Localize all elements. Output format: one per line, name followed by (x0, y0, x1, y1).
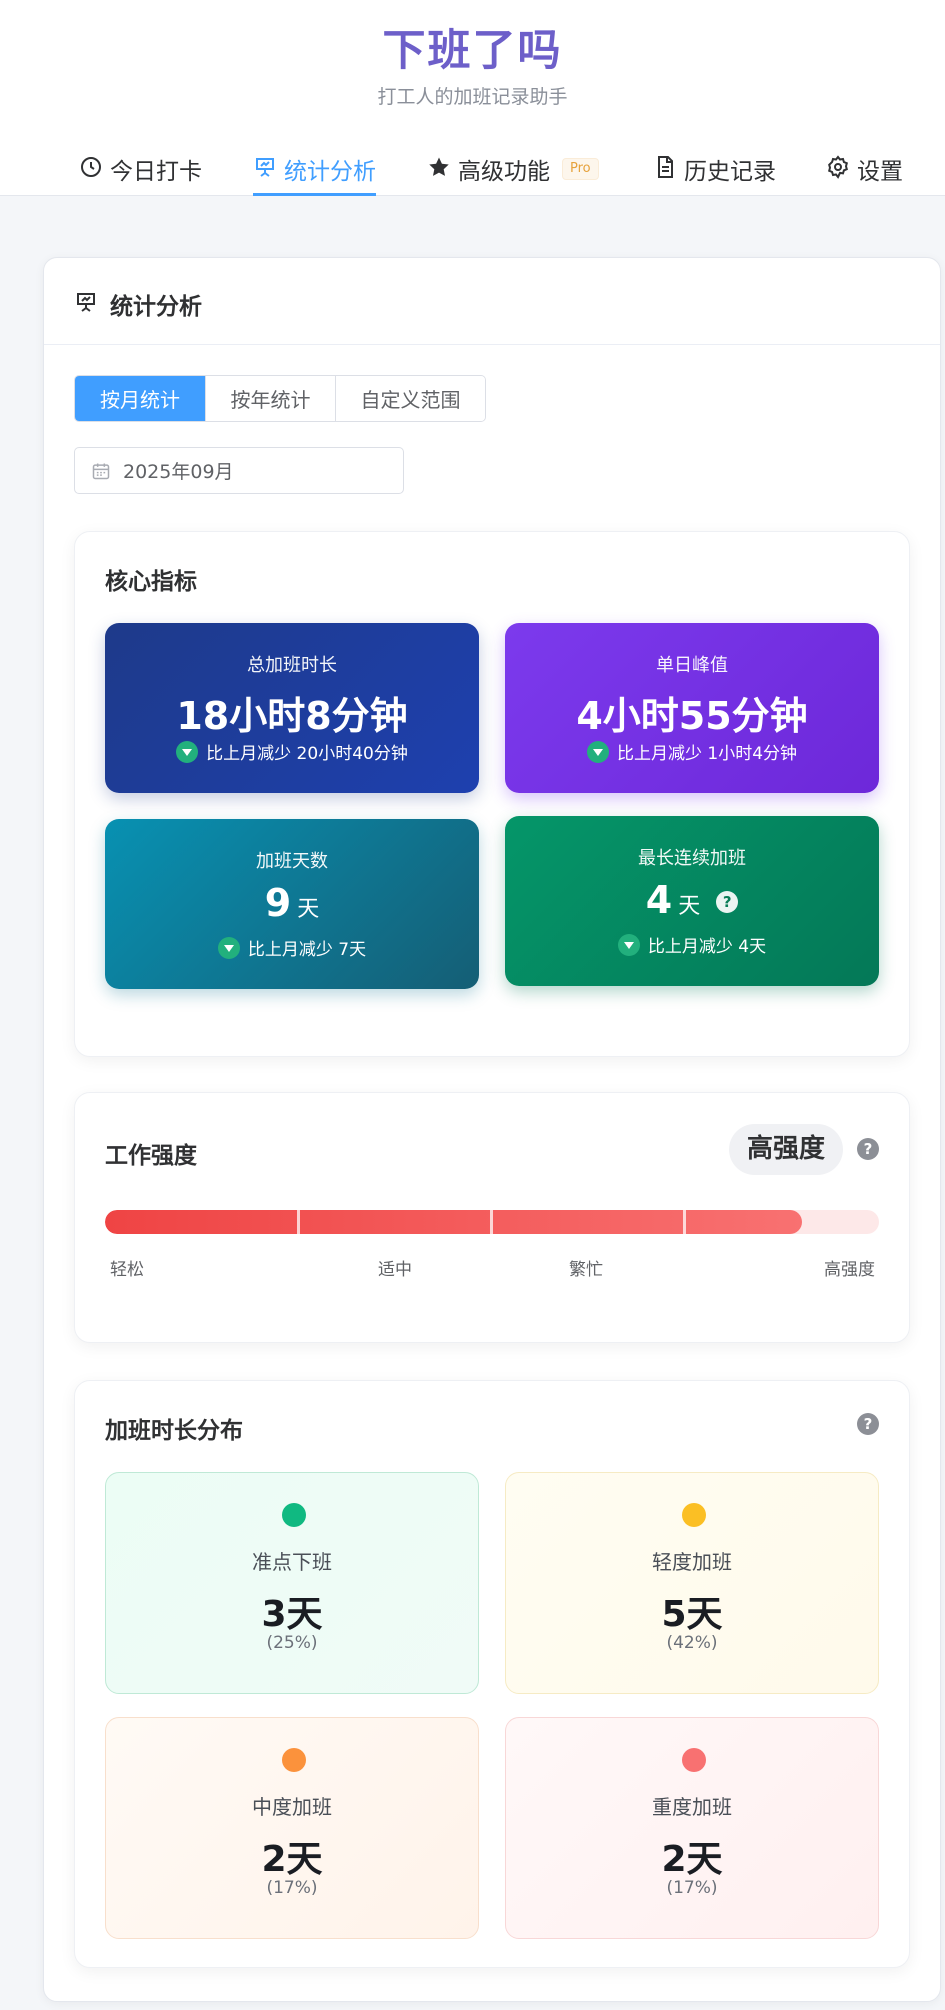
trend-text: 比上月减少 20小时40分钟 (206, 744, 408, 764)
tab-label: 高级功能 (458, 159, 550, 185)
metric-label: 单日峰值 (656, 655, 728, 676)
trend-down-icon (586, 740, 609, 763)
presentation-chart-icon (77, 293, 95, 312)
dist-label: 轻度加班 (652, 1550, 732, 1574)
intensity-bar-divider (683, 1210, 686, 1234)
dist-label: 中度加班 (252, 1795, 332, 1819)
overtime-distribution-panel: 加班时长分布 ? 准点下班 3天 (25%) 轻度加班 5天 (42%) 中度加… (74, 1380, 910, 1968)
metric-longest-streak: 最长连续加班 4 天? 比上月减少 4天 (505, 816, 879, 986)
metric-unit: 天 (297, 897, 320, 922)
dist-label: 重度加班 (652, 1795, 732, 1819)
work-intensity-panel: 工作强度 高强度 ? 轻松 适中 繁忙 高强度 (74, 1092, 910, 1343)
app-subtitle: 打工人的加班记录助手 (377, 86, 568, 108)
dist-percent: (17%) (266, 1878, 318, 1898)
mode-custom-range-button[interactable]: 自定义范围 (335, 376, 485, 421)
app-title: 下班了吗 (382, 26, 563, 76)
mode-monthly-button[interactable]: 按月统计 (75, 376, 205, 421)
metric-number: 4 (645, 878, 673, 922)
tab-label: 设置 (857, 159, 903, 185)
metric-total-overtime: 总加班时长 18小时8分钟 比上月减少 20小时40分钟 (105, 623, 479, 793)
card-header: 统计分析 (44, 258, 940, 345)
trend-down-icon (217, 936, 240, 959)
work-intensity-title: 工作强度 (105, 1143, 197, 1169)
metric-daily-peak: 单日峰值 4小时55分钟 比上月减少 1小时4分钟 (505, 623, 879, 793)
star-icon (429, 157, 449, 176)
mode-yearly-button[interactable]: 按年统计 (205, 376, 335, 421)
dist-value: 2天 (661, 1839, 723, 1880)
dist-percent: (25%) (266, 1633, 318, 1653)
intensity-bar (105, 1210, 879, 1234)
metric-label: 总加班时长 (247, 655, 337, 676)
metric-unit: 天 (678, 894, 701, 919)
card-title: 统计分析 (110, 294, 202, 320)
tab-advanced[interactable]: 高级功能 Pro (427, 144, 599, 196)
calendar-icon (92, 463, 110, 479)
trend-text: 比上月减少 4天 (647, 937, 767, 957)
dist-moderate: 中度加班 2天 (17%) (105, 1717, 479, 1939)
distribution-title: 加班时长分布 (105, 1418, 243, 1444)
metric-label: 加班天数 (256, 851, 328, 872)
tab-label: 今日打卡 (110, 159, 202, 185)
dist-heavy: 重度加班 2天 (17%) (505, 1717, 879, 1939)
trend-text: 比上月减少 7天 (247, 940, 367, 960)
tab-statistics[interactable]: 统计分析 (253, 144, 376, 196)
intensity-bar-divider (297, 1210, 300, 1234)
stat-mode-switch: 按月统计 按年统计 自定义范围 (74, 375, 486, 422)
dist-percent: (42%) (666, 1633, 718, 1653)
intensity-level-badge: 高强度 (728, 1124, 843, 1175)
core-metrics-panel: 核心指标 总加班时长 18小时8分钟 比上月减少 20小时40分钟 单日峰值 4… (74, 531, 910, 1057)
gear-icon (828, 155, 848, 179)
month-picker[interactable]: 2025年09月 (74, 447, 404, 494)
scale-label-busy: 繁忙 (569, 1260, 603, 1280)
metric-trend: 比上月减少 7天 (105, 935, 479, 960)
tab-today-checkin[interactable]: 今日打卡 (79, 144, 202, 196)
dist-value: 5天 (661, 1594, 723, 1635)
scale-label-moderate: 适中 (378, 1260, 412, 1280)
metric-value: 18小时8分钟 (176, 694, 408, 738)
scale-label-high: 高强度 (824, 1260, 875, 1280)
status-dot (682, 1503, 706, 1527)
trend-text: 比上月减少 1小时4分钟 (616, 744, 798, 764)
metric-trend: 比上月减少 4天 (505, 932, 879, 957)
help-icon[interactable]: ? (857, 1413, 879, 1435)
status-dot (282, 1748, 306, 1772)
trend-down-icon (617, 933, 640, 956)
help-icon[interactable]: ? (857, 1138, 879, 1160)
trend-down-icon (176, 740, 199, 763)
intensity-bar-divider (490, 1210, 493, 1234)
dist-value: 3天 (261, 1594, 323, 1635)
status-dot (682, 1748, 706, 1772)
tab-history[interactable]: 历史记录 (653, 144, 776, 196)
status-dot (282, 1503, 306, 1527)
presentation-chart-icon (256, 158, 274, 177)
tab-settings[interactable]: 设置 (826, 144, 903, 196)
metric-trend: 比上月减少 20小时40分钟 (105, 739, 479, 764)
dist-value: 2天 (261, 1839, 323, 1880)
dist-label: 准点下班 (252, 1550, 332, 1574)
metric-trend: 比上月减少 1小时4分钟 (505, 739, 879, 764)
app-header: 下班了吗 打工人的加班记录助手 今日打卡 统计分析 高级功能 Pro 历史记录 … (0, 0, 945, 196)
dist-light: 轻度加班 5天 (42%) (505, 1472, 879, 1694)
core-metrics-title: 核心指标 (105, 569, 197, 595)
metric-number: 9 (264, 881, 292, 925)
metric-label: 最长连续加班 (638, 848, 746, 869)
month-picker-value: 2025年09月 (123, 461, 234, 483)
metric-overtime-days: 加班天数 9天 比上月减少 7天 (105, 819, 479, 989)
intensity-bar-fill (105, 1210, 802, 1234)
pro-badge: Pro (562, 158, 599, 180)
metric-value: 4小时55分钟 (576, 694, 808, 738)
document-icon (658, 156, 673, 178)
dist-percent: (17%) (666, 1878, 718, 1898)
tab-label: 统计分析 (284, 159, 376, 185)
dist-on-time: 准点下班 3天 (25%) (105, 1472, 479, 1694)
tab-label: 历史记录 (684, 159, 776, 185)
metric-value: 4 天? (505, 878, 879, 922)
main-nav: 今日打卡 统计分析 高级功能 Pro 历史记录 设置 (0, 144, 945, 196)
scale-label-relaxed: 轻松 (110, 1260, 144, 1280)
statistics-card: 统计分析 按月统计 按年统计 自定义范围 2025年09月 核心指标 总加班时长… (43, 257, 941, 2002)
clock-icon (81, 157, 101, 177)
metric-value: 9天 (105, 881, 479, 925)
help-icon[interactable]: ? (716, 891, 739, 913)
